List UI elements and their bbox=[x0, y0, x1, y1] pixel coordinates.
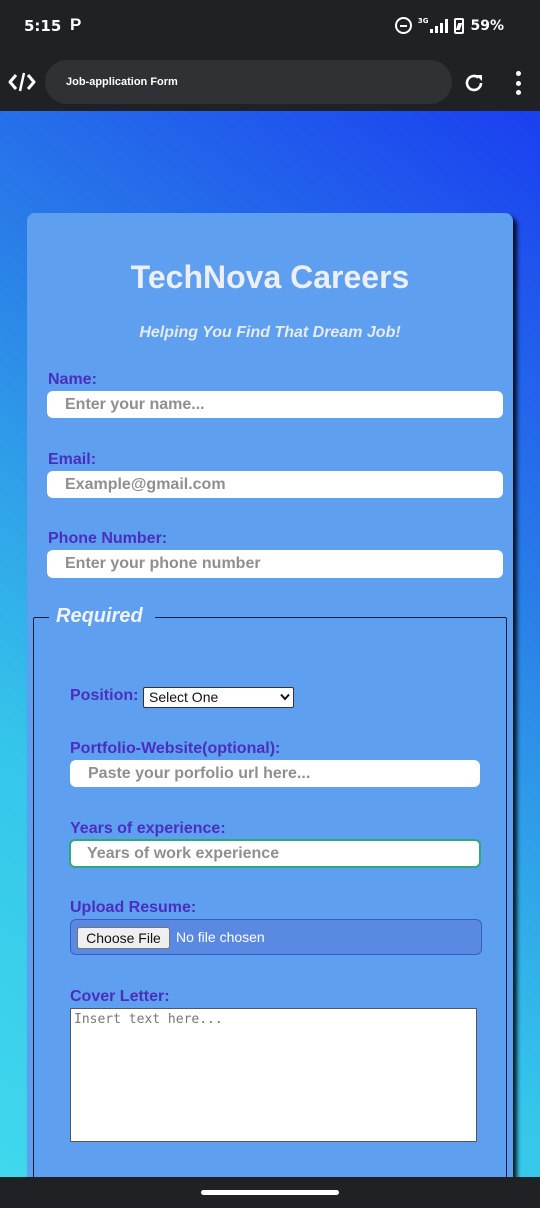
position-select[interactable]: Select One bbox=[143, 687, 294, 708]
experience-label: Years of experience: bbox=[70, 820, 226, 837]
home-gesture-handle[interactable] bbox=[201, 1190, 339, 1195]
status-bar: 5:15 P 3G 59% bbox=[0, 0, 540, 54]
name-input[interactable] bbox=[47, 391, 503, 418]
address-bar[interactable]: Job-application Form bbox=[45, 60, 452, 104]
portfolio-label: Portfolio-Website(optional): bbox=[70, 740, 281, 757]
browser-toolbar: Job-application Form bbox=[0, 54, 540, 111]
portfolio-input[interactable] bbox=[70, 760, 480, 787]
system-navigation-bar bbox=[0, 1177, 540, 1208]
chevron-down-icon bbox=[280, 693, 290, 701]
status-indicators: 3G 59% bbox=[394, 16, 504, 34]
phone-label: Phone Number: bbox=[48, 530, 168, 547]
file-status-text: No file chosen bbox=[176, 929, 265, 945]
email-label: Email: bbox=[48, 451, 97, 468]
application-form-card: TechNova Careers Helping You Find That D… bbox=[27, 213, 513, 1177]
cover-letter-textarea[interactable] bbox=[70, 1008, 477, 1142]
experience-input[interactable] bbox=[69, 839, 481, 868]
email-input[interactable] bbox=[47, 471, 503, 498]
battery-percent: 59% bbox=[470, 17, 504, 34]
status-time: 5:15 bbox=[24, 17, 62, 35]
position-label: Position: bbox=[70, 687, 139, 704]
resume-file-input[interactable]: Choose File No file chosen bbox=[70, 919, 482, 955]
network-type: 3G bbox=[417, 16, 429, 25]
code-brand-icon[interactable] bbox=[8, 70, 36, 94]
notification-app-icon: P bbox=[70, 15, 82, 34]
name-label: Name: bbox=[48, 371, 97, 388]
resume-label: Upload Resume: bbox=[70, 899, 197, 916]
phone-input[interactable] bbox=[47, 550, 503, 578]
cover-letter-label: Cover Letter: bbox=[70, 988, 170, 1005]
required-legend: Required bbox=[49, 605, 155, 628]
reload-icon[interactable] bbox=[462, 71, 486, 95]
page-viewport: TechNova Careers Helping You Find That D… bbox=[0, 111, 540, 1177]
position-select-value: Select One bbox=[149, 689, 219, 705]
page-title: TechNova Careers bbox=[130, 259, 410, 295]
battery-charging-icon bbox=[454, 17, 465, 34]
do-not-disturb-icon bbox=[394, 17, 412, 34]
choose-file-button[interactable]: Choose File bbox=[77, 927, 170, 949]
signal-icon bbox=[430, 18, 449, 33]
overflow-menu-icon[interactable] bbox=[514, 71, 522, 95]
page-subtitle: Helping You Find That Dream Job! bbox=[139, 324, 401, 341]
